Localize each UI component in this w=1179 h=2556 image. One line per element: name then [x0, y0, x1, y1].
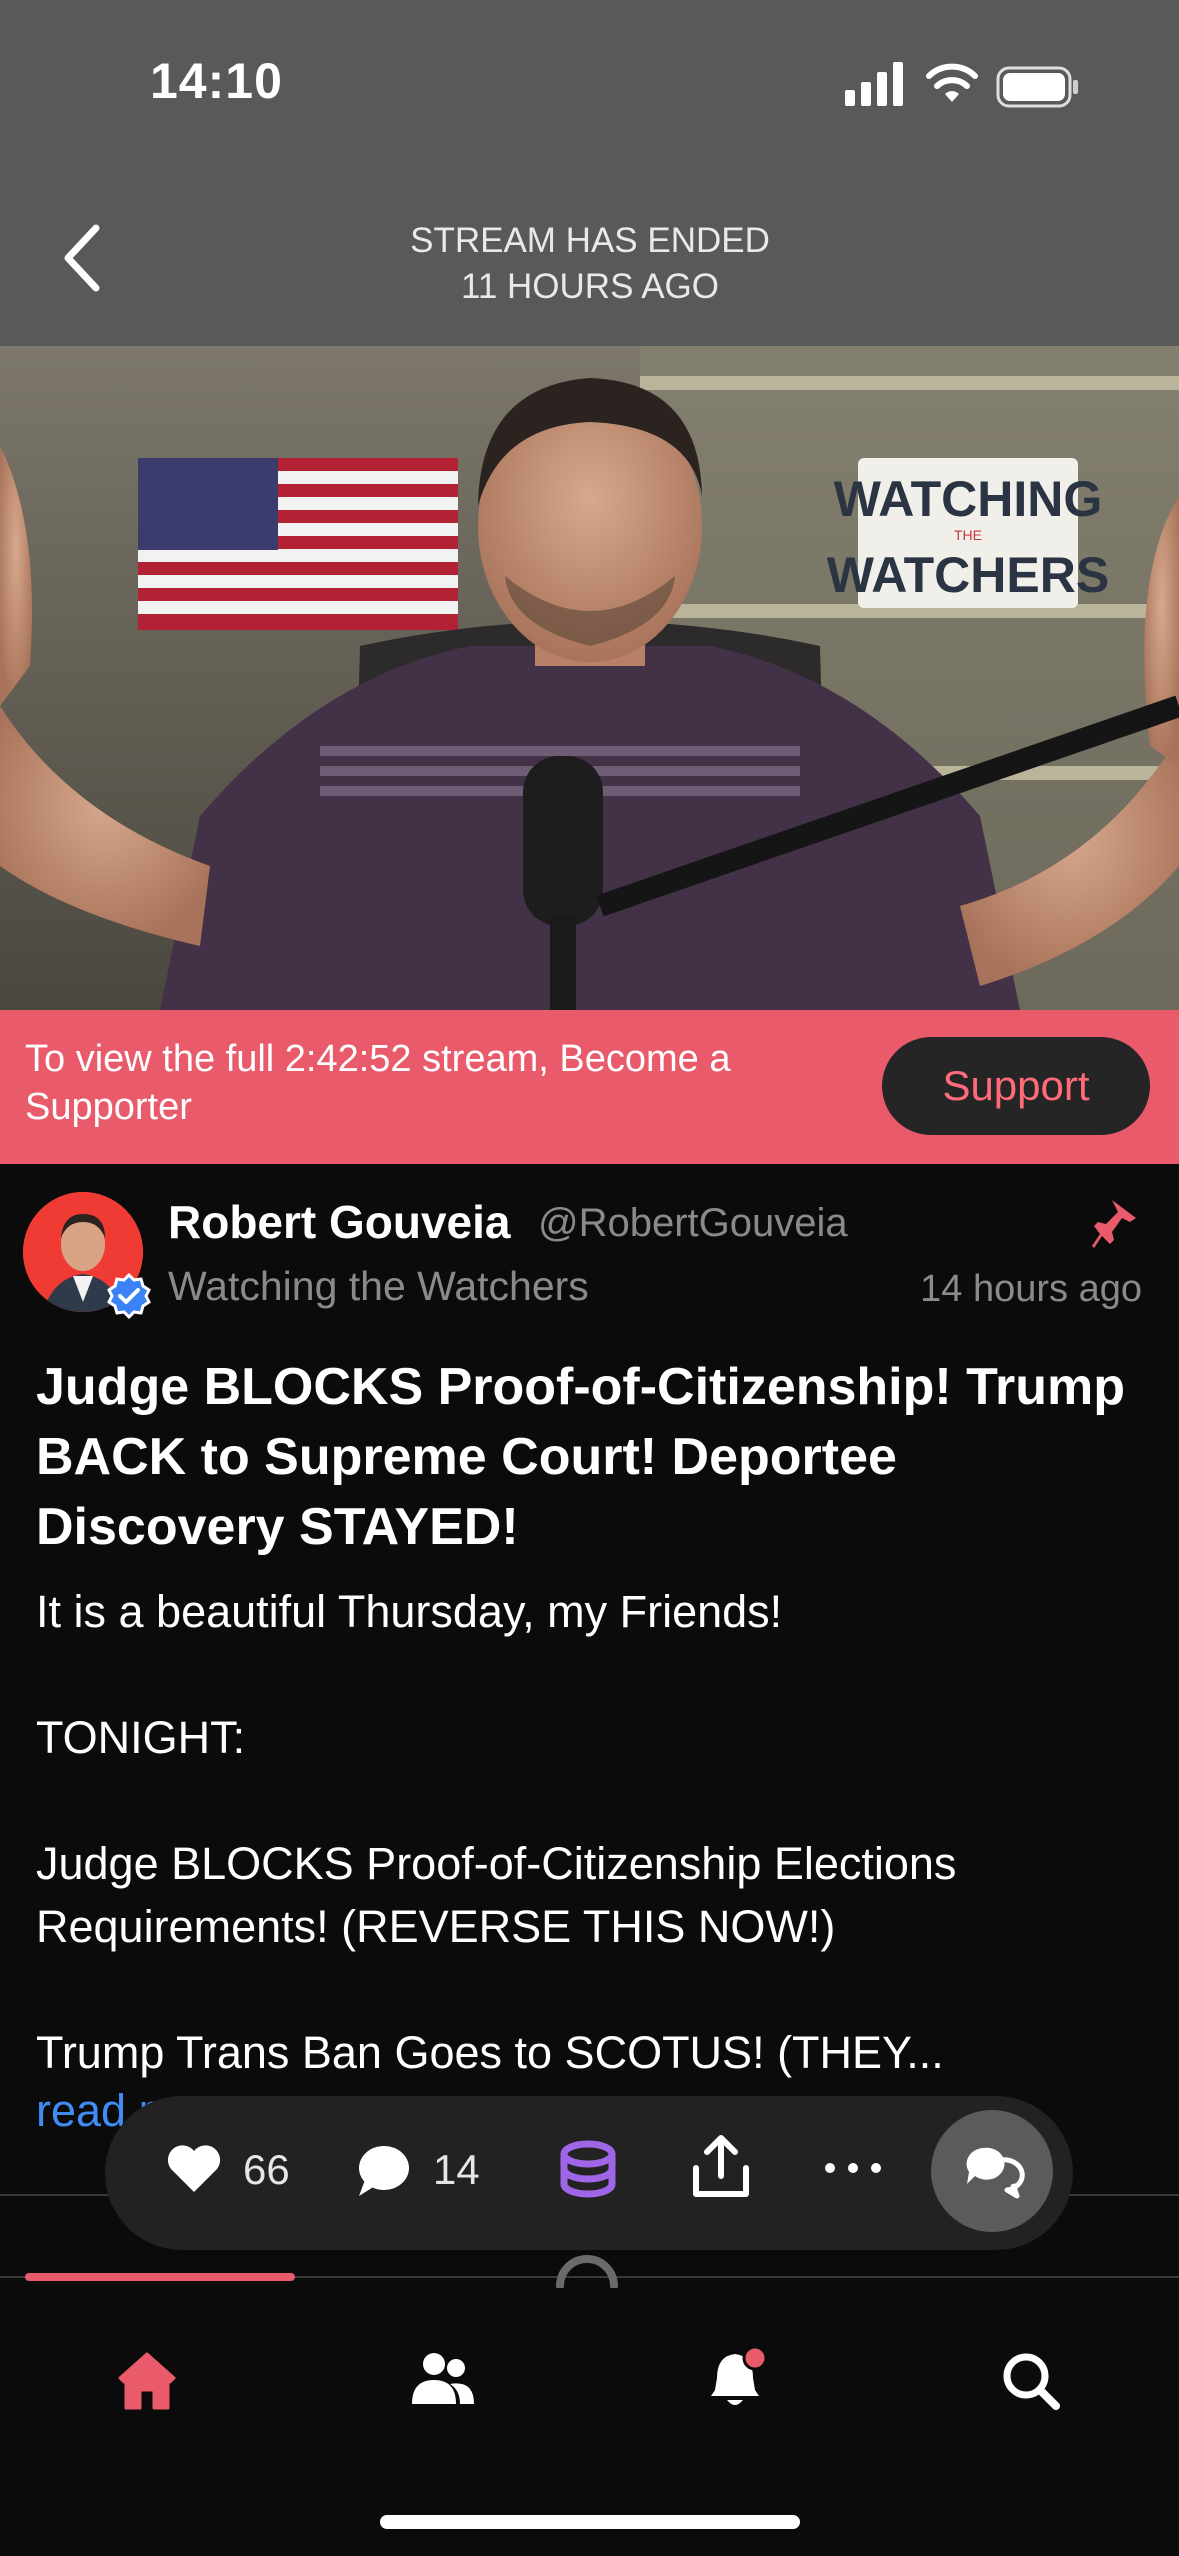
wifi-icon — [926, 63, 978, 102]
more-icon[interactable] — [822, 2158, 884, 2178]
video-thumbnail: WATCHING THE WATCHERS — [0, 346, 1179, 1010]
chat-button[interactable] — [931, 2110, 1053, 2232]
bell-icon[interactable] — [705, 2346, 771, 2412]
stream-status-line1: STREAM HAS ENDED — [410, 221, 770, 260]
like-count[interactable]: 66 — [243, 2146, 290, 2194]
author-name[interactable]: Robert Gouveia — [168, 1195, 511, 1249]
back-icon[interactable] — [52, 218, 112, 298]
share-icon[interactable] — [690, 2134, 752, 2200]
comment-count[interactable]: 14 — [433, 2146, 480, 2194]
author-handle[interactable]: @RobertGouveia — [538, 1201, 848, 1246]
chat-icon — [966, 2147, 1025, 2199]
home-icon[interactable] — [116, 2350, 178, 2412]
flag-image — [138, 458, 458, 630]
signal-icon — [845, 62, 903, 106]
pin-icon — [1092, 1200, 1136, 1248]
comment-icon[interactable] — [353, 2142, 411, 2198]
post-time: 14 hours ago — [920, 1268, 1142, 1310]
post-body-paragraph: Trump Trans Ban Goes to SCOTUS! (THEY... — [36, 2027, 944, 2078]
svg-text:WATCHING: WATCHING — [834, 471, 1102, 527]
svg-text:THE: THE — [954, 527, 982, 543]
stream-status-line2: 11 HOURS AGO — [460, 267, 720, 306]
video-player[interactable]: WATCHING THE WATCHERS — [0, 346, 1179, 1010]
tab-active-indicator — [25, 2273, 295, 2281]
post-title: Judge BLOCKS Proof-of-Citizenship! Trump… — [36, 1358, 1126, 1556]
channel-name[interactable]: Watching the Watchers — [168, 1263, 589, 1310]
supporter-banner-text: To view the full 2:42:52 stream, Become … — [25, 1038, 731, 1128]
search-icon[interactable] — [1000, 2350, 1062, 2412]
battery-icon — [996, 66, 1078, 108]
heart-icon[interactable] — [165, 2140, 223, 2196]
post-body-paragraph: TONIGHT: — [36, 1712, 246, 1763]
watching-watchers-sign: WATCHING THE WATCHERS — [827, 458, 1109, 608]
coins-icon[interactable] — [556, 2138, 620, 2202]
people-icon[interactable] — [410, 2350, 476, 2408]
home-indicator — [380, 2515, 800, 2529]
post-body-paragraph: It is a beautiful Thursday, my Friends! — [36, 1586, 783, 1637]
svg-text:WATCHERS: WATCHERS — [827, 547, 1109, 603]
support-button[interactable]: Support — [882, 1037, 1150, 1135]
loading-spinner-icon — [556, 2255, 618, 2288]
stream-status-title: STREAM HAS ENDED 11 HOURS AGO — [340, 218, 840, 310]
status-time: 14:10 — [150, 53, 283, 109]
post-body-paragraph: Judge BLOCKS Proof-of-Citizenship Electi… — [36, 1838, 957, 1952]
post-body: It is a beautiful Thursday, my Friends! … — [36, 1580, 1146, 2084]
verified-badge-icon — [107, 1273, 151, 1319]
notification-dot — [742, 2346, 768, 2371]
